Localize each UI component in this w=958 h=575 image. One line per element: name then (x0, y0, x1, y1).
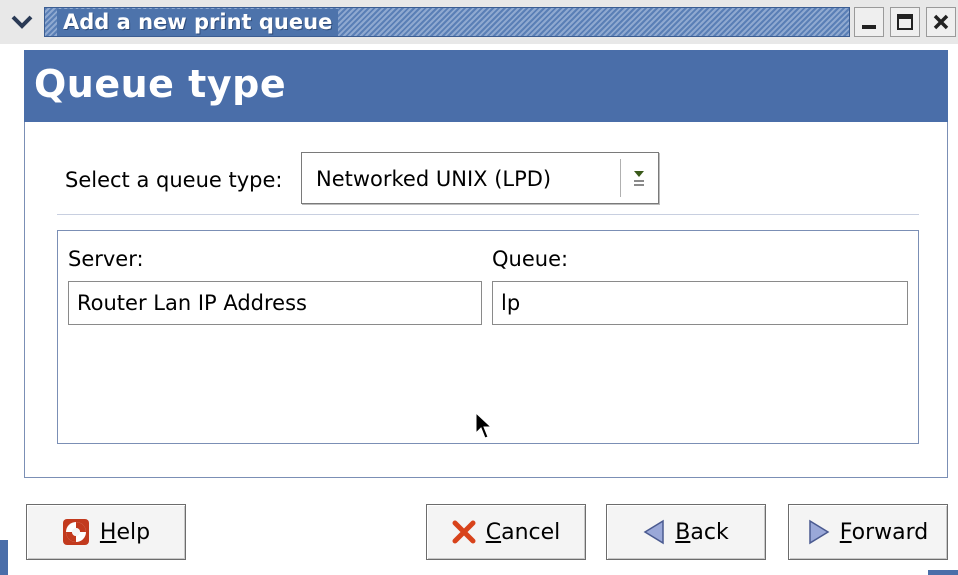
window-title-bar: Add a new print queue (0, 0, 958, 44)
queue-type-select[interactable]: Networked UNIX (LPD) (301, 152, 659, 204)
maximize-icon (897, 14, 913, 30)
maximize-button[interactable] (890, 7, 920, 37)
desktop-edge-right (928, 570, 958, 575)
server-input[interactable] (68, 281, 482, 325)
queue-type-selected: Networked UNIX (LPD) (316, 167, 552, 191)
back-label: Back (675, 519, 729, 545)
section-divider (57, 214, 919, 215)
queue-type-label: Select a queue type: (65, 168, 283, 192)
minimize-icon (862, 25, 876, 29)
arrow-right-icon (808, 519, 830, 545)
combo-separator (620, 159, 621, 197)
page-header: Queue type (24, 50, 948, 122)
window-menu-button[interactable] (6, 7, 38, 37)
arrow-left-icon (643, 519, 665, 545)
desktop-edge (0, 540, 8, 575)
help-lifebuoy-icon (62, 518, 90, 546)
back-button[interactable]: Back (606, 504, 766, 560)
close-icon (933, 14, 949, 30)
close-button[interactable] (926, 7, 956, 37)
page-title: Queue type (34, 62, 287, 106)
window-title: Add a new print queue (57, 9, 339, 36)
content-panel: Select a queue type: Networked UNIX (LPD… (24, 122, 948, 478)
cancel-x-icon (452, 520, 476, 544)
server-label: Server: (68, 247, 144, 271)
forward-button[interactable]: Forward (788, 504, 948, 560)
chevron-down-icon (11, 15, 33, 29)
help-label: Help (99, 519, 151, 545)
help-button[interactable]: Help (26, 504, 186, 560)
lpd-settings-group: Server: Queue: (57, 230, 919, 444)
queue-label: Queue: (492, 247, 569, 271)
minimize-button[interactable] (854, 7, 884, 37)
cancel-label: Cancel (485, 519, 561, 545)
title-stripe[interactable]: Add a new print queue (44, 7, 850, 37)
forward-label: Forward (839, 519, 929, 545)
cancel-button[interactable]: Cancel (426, 504, 586, 560)
dropdown-arrow-icon[interactable] (628, 165, 650, 191)
mouse-pointer-icon (475, 411, 493, 439)
queue-input[interactable] (492, 281, 908, 325)
